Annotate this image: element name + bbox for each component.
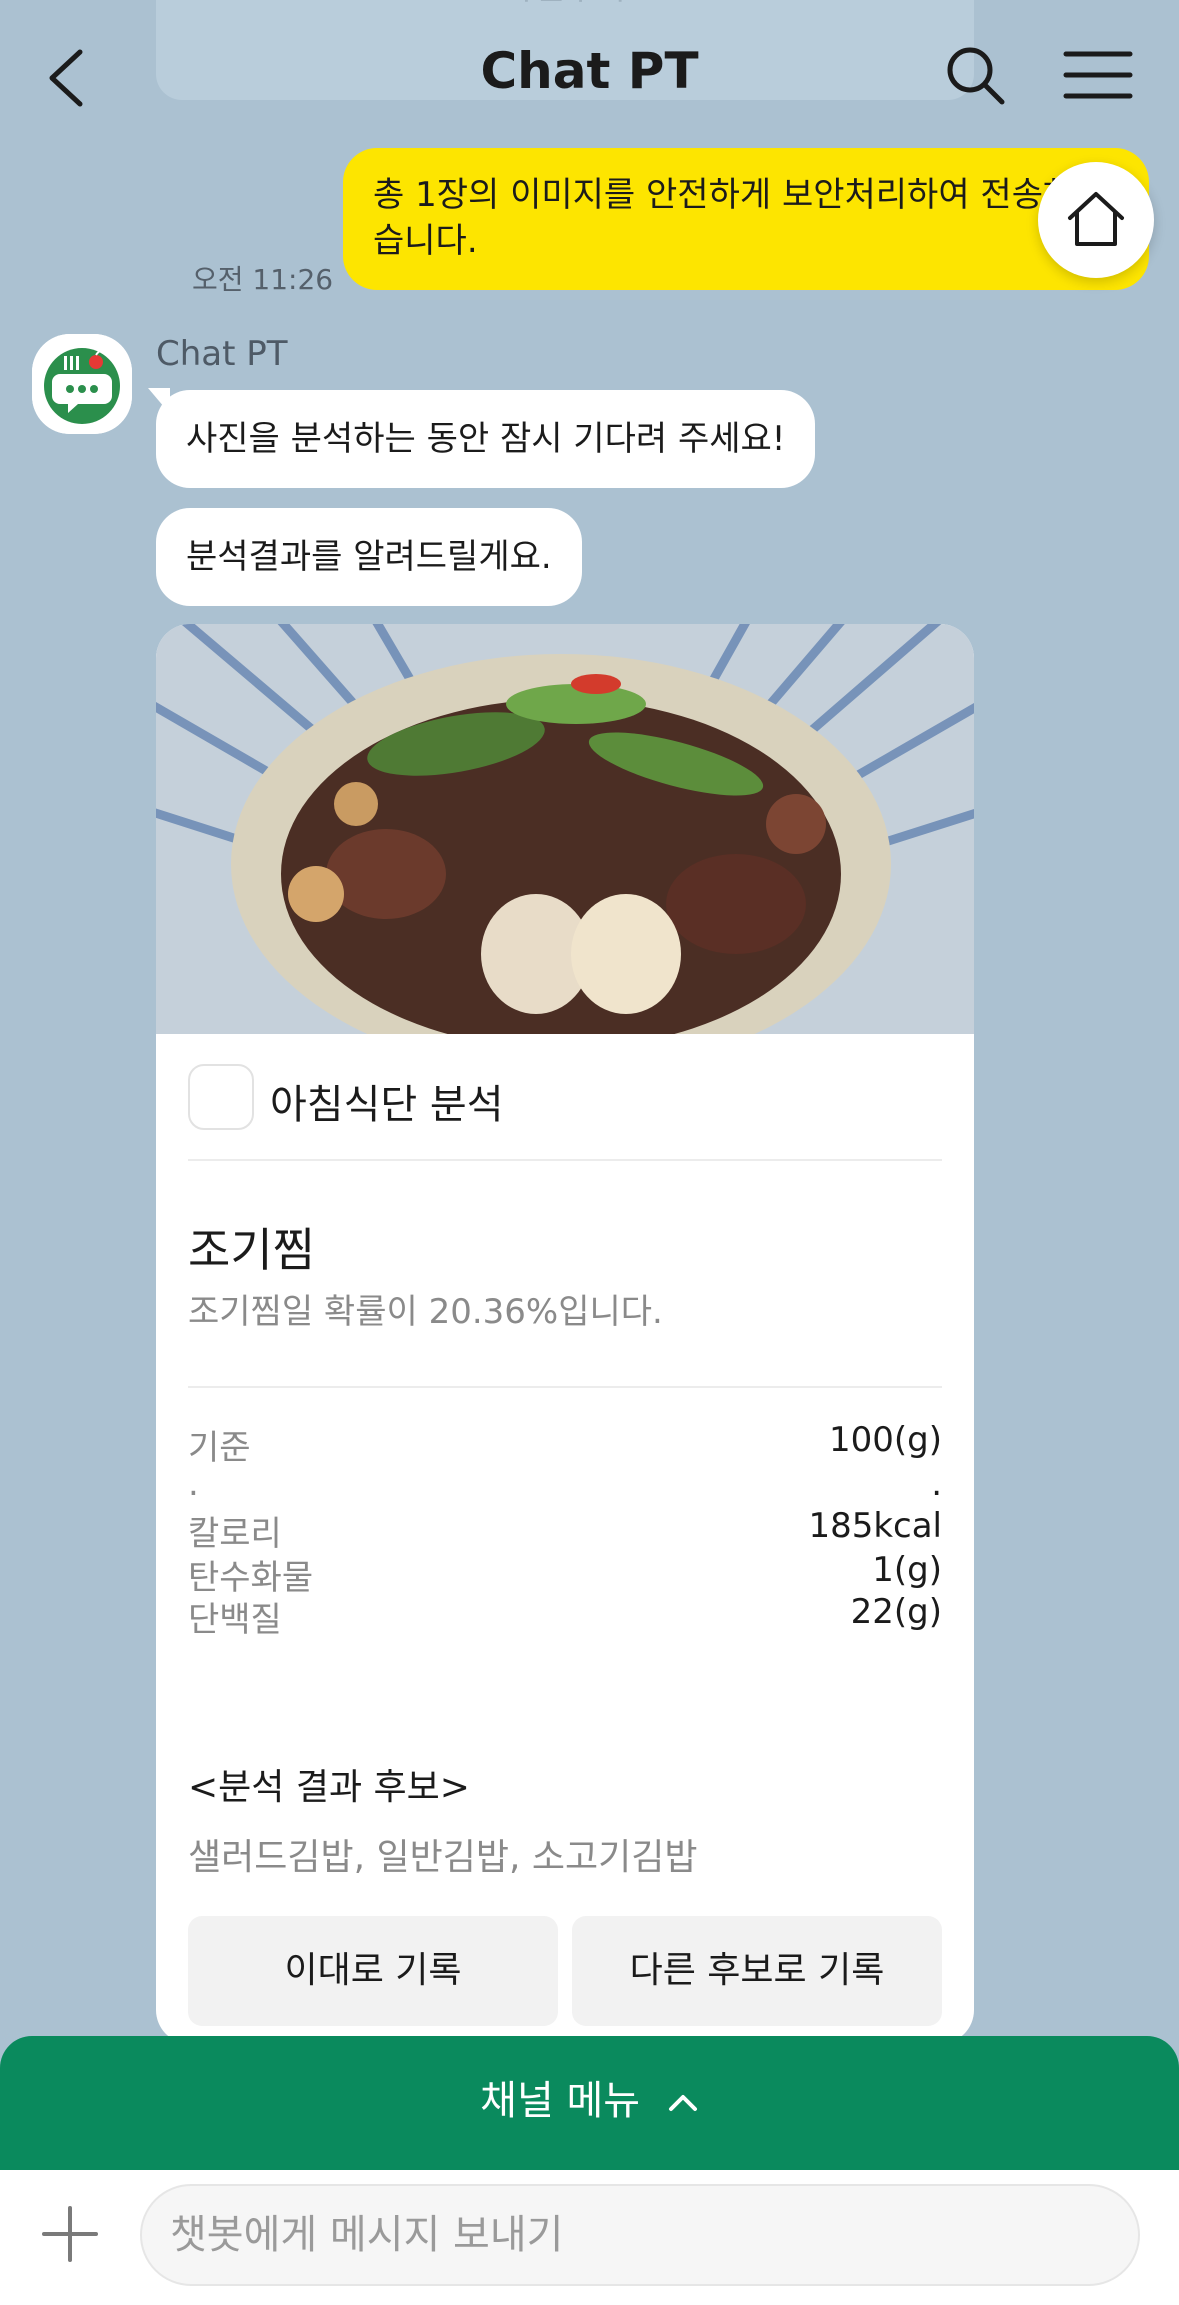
nutrition-label-calories: 칼로리: [188, 1514, 282, 1554]
menu-button[interactable]: [1058, 40, 1138, 110]
outgoing-message-bubble: 총 1장의 이미지를 안전하게 보안처리하여 전송하였습니다.: [343, 148, 1149, 290]
plus-icon: [42, 2206, 98, 2262]
search-icon: [947, 47, 1005, 105]
bot-message-bubble: 사진을 분석하는 동안 잠시 기다려 주세요!: [156, 390, 816, 488]
candidates-title: <분석 결과 후보>: [188, 1767, 470, 1808]
bot-name: Chat PT: [156, 334, 288, 374]
message-timestamp: 오전 11:26: [192, 263, 334, 296]
nutrition-label-basis: 기준: [188, 1428, 251, 1468]
bot-message-bubble: 분석결과를 알려드릴게요.: [156, 508, 582, 606]
previous-card-label: 사진추가: [156, 0, 974, 9]
nutrition-label-protein: 단백질: [188, 1600, 282, 1640]
nutrition-label-placeholder: .: [188, 1464, 199, 1504]
chatbot-logo-icon: [32, 334, 132, 434]
channel-menu-label: 채널 메뉴: [480, 2078, 641, 2124]
analysis-card: 아침식단 분석 조기찜 조기찜일 확률이 20.36%입니다. 기준 100(g…: [156, 624, 974, 2044]
select-checkbox[interactable]: [188, 1064, 254, 1130]
food-photo[interactable]: [156, 624, 974, 1034]
bot-avatar[interactable]: [32, 334, 132, 434]
hamburger-menu-icon: [1063, 51, 1133, 99]
nutrition-value-basis: 100(g): [828, 1420, 942, 1460]
nutrition-value-placeholder: .: [931, 1464, 942, 1504]
nutrition-value-calories: 185kcal: [808, 1506, 942, 1546]
chevron-up-icon: [668, 2095, 697, 2111]
card-title: 아침식단 분석: [270, 1082, 504, 1128]
nutrition-value-carbs: 1(g): [872, 1550, 942, 1590]
home-button[interactable]: [1038, 162, 1154, 278]
divider: [188, 1386, 942, 1388]
record-other-candidate-button[interactable]: 다른 후보로 기록: [572, 1916, 942, 2026]
attach-button[interactable]: [40, 2204, 100, 2264]
candidates-list: 샐러드김밥, 일반김밥, 소고기김밥: [188, 1837, 698, 1878]
message-input[interactable]: [140, 2184, 1140, 2286]
nutrition-value-protein: 22(g): [850, 1592, 942, 1632]
channel-menu-button[interactable]: 채널 메뉴: [0, 2036, 1179, 2170]
home-icon: [1068, 192, 1124, 246]
food-name: 조기찜: [188, 1223, 315, 1277]
record-as-is-button[interactable]: 이대로 기록: [188, 1916, 558, 2026]
divider: [188, 1159, 942, 1161]
probability-text: 조기찜일 확률이 20.36%입니다.: [188, 1292, 663, 1332]
search-button[interactable]: [940, 40, 1010, 110]
